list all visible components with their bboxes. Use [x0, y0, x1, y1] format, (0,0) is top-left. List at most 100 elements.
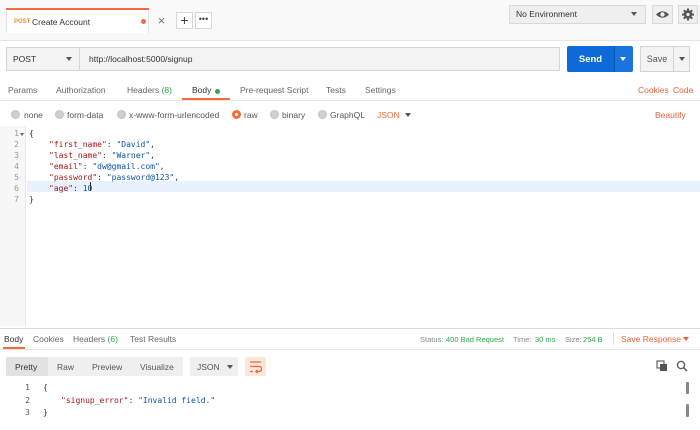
- code-line: "email": "dw@gmail.com",: [49, 162, 165, 171]
- json-value: "password@123": [106, 173, 175, 182]
- json-key: "first_name": [49, 140, 107, 149]
- chevron-down-icon: [679, 57, 685, 61]
- close-icon[interactable]: ×: [153, 12, 170, 29]
- line-number: 3: [14, 151, 19, 160]
- tab-settings[interactable]: Settings: [365, 85, 396, 95]
- status-label: Status:: [420, 335, 444, 344]
- json-comma: ,: [150, 140, 155, 149]
- code-line: "last_name": "Warner",: [49, 151, 155, 160]
- json-comma: ,: [174, 173, 180, 182]
- json-key: "email": [49, 162, 83, 171]
- line-number: 6: [14, 184, 19, 193]
- scrollbar-thumb[interactable]: [686, 404, 689, 417]
- tab-params[interactable]: Params: [8, 85, 37, 95]
- divider: [0, 328, 700, 329]
- radio-label-form-data: form-data: [67, 110, 104, 120]
- unsaved-dot-icon: [141, 19, 146, 24]
- radio-label-binary: binary: [282, 110, 306, 120]
- response-open-brace: {: [43, 383, 48, 392]
- json-comma: ,: [150, 151, 155, 160]
- response-tab-cookies[interactable]: Cookies: [33, 334, 64, 344]
- json-comma: ,: [159, 162, 165, 171]
- response-tab-headers[interactable]: Headers (6): [73, 334, 118, 344]
- code-line: "first_name": "David",: [49, 140, 155, 149]
- tab-tests[interactable]: Tests: [326, 85, 346, 95]
- radio-form-data[interactable]: [55, 110, 64, 119]
- response-tab-headers-label: Headers: [73, 334, 106, 344]
- json-key: "age": [49, 184, 74, 193]
- json-key: "last_name": [49, 151, 102, 160]
- chevron-down-icon: [683, 337, 689, 341]
- tab-title: Create Account: [32, 17, 91, 27]
- size-value: 254 B: [583, 335, 603, 344]
- json-key: "password": [49, 173, 98, 182]
- active-line-highlight: [27, 181, 700, 192]
- divider: [0, 100, 700, 101]
- divider: [0, 349, 700, 350]
- time-value: 30 ms: [535, 335, 556, 344]
- code-open-brace: {: [29, 129, 34, 138]
- size-label: Size:: [565, 335, 582, 344]
- view-pretty[interactable]: Pretty: [15, 362, 37, 372]
- line-number: 1: [14, 129, 19, 138]
- response-tab-test-results[interactable]: Test Results: [130, 334, 176, 344]
- view-preview[interactable]: Preview: [92, 362, 122, 372]
- tab-headers-label: Headers: [127, 85, 160, 95]
- beautify-link[interactable]: Beautify: [655, 110, 686, 120]
- tab-active-indicator: [6, 8, 149, 10]
- more-tabs-button[interactable]: •••: [195, 12, 212, 29]
- response-tab-body[interactable]: Body: [4, 334, 23, 344]
- radio-none[interactable]: [11, 110, 20, 119]
- wrap-icon: [250, 361, 263, 374]
- radio-label-none: none: [24, 110, 43, 120]
- scrollbar-thumb[interactable]: [686, 382, 689, 394]
- cookies-link[interactable]: Cookies: [638, 85, 669, 95]
- line-number: 3: [25, 408, 30, 417]
- body-format-select[interactable]: JSON: [377, 110, 400, 120]
- chevron-down-icon: [405, 113, 411, 117]
- tab-body[interactable]: Body: [192, 85, 211, 95]
- fold-chevron-icon[interactable]: [20, 133, 24, 136]
- text-cursor: [90, 182, 91, 191]
- line-number: 2: [25, 396, 30, 405]
- view-raw[interactable]: Raw: [57, 362, 74, 372]
- radio-binary[interactable]: [270, 110, 279, 119]
- copy-icon[interactable]: [656, 360, 668, 374]
- search-icon[interactable]: [676, 360, 688, 374]
- line-number: 4: [14, 162, 19, 171]
- environment-quick-look-button[interactable]: [652, 5, 673, 24]
- method-label: POST: [13, 54, 37, 64]
- body-indicator-dot-icon: [215, 89, 220, 94]
- save-response-button[interactable]: Save Response: [621, 334, 681, 344]
- chevron-down-icon: [227, 365, 233, 369]
- radio-label-urlencoded: x-www-form-urlencoded: [129, 110, 220, 120]
- radio-graphql[interactable]: [318, 110, 327, 119]
- tab-authorization[interactable]: Authorization: [56, 85, 106, 95]
- line-number: 2: [14, 140, 19, 149]
- code-link[interactable]: Code: [673, 85, 693, 95]
- send-label: Send: [578, 54, 603, 65]
- radio-raw[interactable]: [232, 110, 241, 119]
- json-value: "David": [116, 140, 151, 149]
- response-close-brace: }: [43, 408, 48, 417]
- wrap-lines-button[interactable]: [245, 357, 266, 376]
- new-tab-button[interactable]: +: [176, 12, 193, 29]
- tab-pre-request-script[interactable]: Pre-request Script: [240, 85, 309, 95]
- environment-settings-button[interactable]: [678, 5, 698, 24]
- eye-icon: [656, 11, 669, 18]
- json-value: "Warner": [111, 151, 151, 160]
- divider: [613, 332, 614, 345]
- radio-label-graphql: GraphQL: [330, 110, 365, 120]
- code-close-brace: }: [29, 195, 34, 204]
- status-value: 400 Bad Request: [446, 335, 504, 344]
- chevron-down-icon: [66, 57, 72, 61]
- json-value: "Invalid field.": [138, 396, 216, 405]
- json-key: "signup_error": [61, 396, 129, 405]
- json-value: "dw@gmail.com": [92, 162, 160, 171]
- line-number: 5: [14, 173, 19, 182]
- response-format-label: JSON: [197, 362, 220, 372]
- chevron-down-icon: [631, 12, 637, 16]
- radio-urlencoded[interactable]: [117, 110, 126, 119]
- tab-headers[interactable]: Headers (8): [127, 85, 172, 95]
- view-visualize[interactable]: Visualize: [140, 362, 174, 372]
